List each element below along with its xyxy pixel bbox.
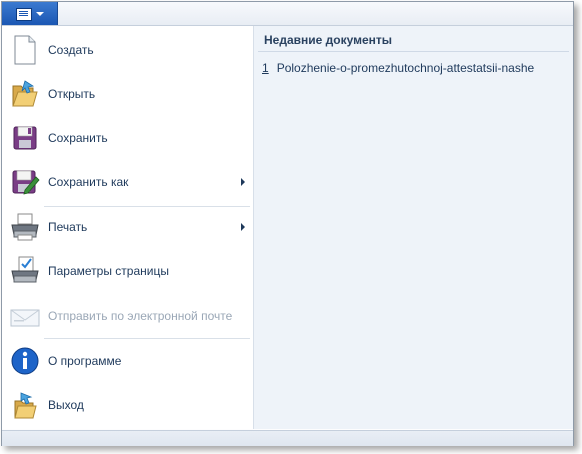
menu-item-label: Сохранить как [48, 175, 129, 189]
recent-documents-pane: Недавние документы 1 Polozhenie-o-promezh… [254, 26, 573, 429]
chevron-down-icon [36, 12, 44, 16]
menu-footer [2, 430, 573, 446]
menu-item-save[interactable]: Сохранить [4, 117, 250, 159]
recent-document-name: Polozhenie-o-promezhutochnoj-attestatsii… [276, 61, 535, 75]
recent-document-number: 1 [262, 61, 269, 75]
printer-icon [9, 211, 41, 243]
menu-commands: Создать Открыть Сохранить Сохранить как … [2, 26, 254, 429]
menu-item-save-as[interactable]: Сохранить как [4, 161, 250, 203]
save-icon [9, 122, 41, 154]
menu-body: Создать Открыть Сохранить Сохранить как … [2, 26, 573, 429]
save-as-icon [9, 166, 41, 198]
menu-item-exit[interactable]: Выход [4, 384, 250, 426]
menu-item-label: Отправить по электронной почте [48, 309, 233, 323]
recent-document-item[interactable]: 1 Polozhenie-o-promezhutochnoj-attestatsi… [262, 61, 534, 75]
new-document-icon [9, 34, 41, 66]
menu-item-open[interactable]: Открыть [4, 73, 250, 115]
menu-item-label: Открыть [48, 87, 96, 101]
menu-item-label: Создать [48, 43, 94, 57]
menu-item-label: О программе [48, 354, 122, 368]
submenu-arrow-icon [241, 178, 245, 186]
submenu-arrow-icon [241, 223, 245, 231]
document-icon [16, 8, 32, 21]
menu-item-label: Параметры страницы [48, 264, 169, 278]
title-bar [2, 2, 573, 26]
menu-item-page-setup[interactable]: Параметры страницы [4, 250, 250, 292]
menu-item-send-email: Отправить по электронной почте [4, 295, 250, 337]
application-menu-window: Создать Открыть Сохранить Сохранить как … [1, 1, 574, 446]
email-icon [9, 300, 41, 332]
menu-item-label: Сохранить [48, 131, 108, 145]
exit-icon [9, 389, 41, 421]
menu-item-print[interactable]: Печать [4, 206, 250, 248]
menu-item-label: Печать [48, 220, 88, 234]
menu-item-new[interactable]: Создать [4, 29, 250, 71]
application-menu-button[interactable] [2, 2, 58, 25]
menu-separator [44, 338, 250, 339]
menu-item-about[interactable]: О программе [4, 340, 250, 382]
recent-title-divider [258, 51, 569, 52]
info-icon [9, 345, 41, 377]
menu-item-label: Выход [48, 398, 84, 412]
recent-documents-title: Недавние документы [264, 33, 393, 47]
open-folder-icon [9, 78, 41, 110]
page-setup-icon [9, 255, 41, 287]
